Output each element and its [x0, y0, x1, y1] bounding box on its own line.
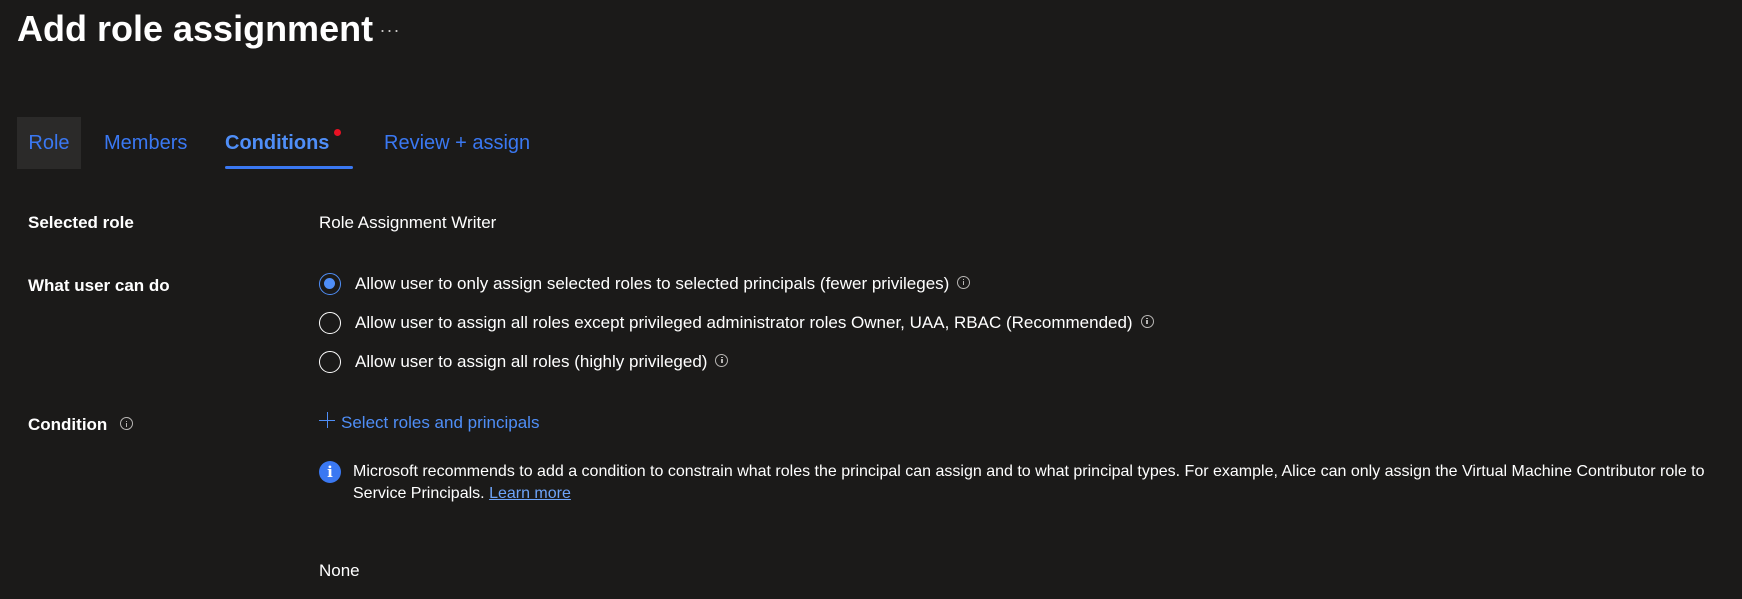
add-role-assignment-page: Add role assignment ··· Role Members Con… — [0, 0, 1742, 599]
radio-button-checked[interactable] — [319, 273, 341, 295]
radio-option-all-roles[interactable]: Allow user to assign all roles (highly p… — [319, 348, 729, 376]
tab-role[interactable]: Role — [17, 117, 81, 169]
page-title: Add role assignment — [17, 8, 374, 49]
condition-value: None — [319, 561, 360, 580]
radio-option-label: Allow user to assign all roles except pr… — [355, 313, 1133, 332]
radio-option-label: Allow user to assign all roles (highly p… — [355, 352, 708, 371]
info-icon[interactable] — [715, 353, 729, 367]
what-user-can-do-label: What user can do — [28, 276, 170, 295]
tab-conditions-label: Conditions — [225, 132, 330, 154]
tab-conditions[interactable]: Conditions — [225, 117, 354, 169]
info-icon[interactable] — [957, 275, 971, 289]
radio-option-all-except-privileged[interactable]: Allow user to assign all roles except pr… — [319, 309, 1154, 337]
info-circle-icon: i — [319, 461, 341, 483]
active-tab-indicator — [225, 166, 354, 169]
condition-label: Condition — [28, 415, 108, 434]
plus-icon — [319, 412, 335, 428]
more-options-button[interactable]: ··· — [378, 14, 402, 46]
select-roles-and-principals-label: Select roles and principals — [341, 413, 540, 432]
tab-review-assign[interactable]: Review + assign — [384, 117, 530, 169]
learn-more-link[interactable]: Learn more — [489, 485, 571, 502]
radio-option-selected-roles[interactable]: Allow user to only assign selected roles… — [319, 270, 971, 298]
selected-role-value: Role Assignment Writer — [319, 213, 497, 232]
error-dot-icon — [334, 129, 342, 136]
info-icon[interactable] — [1140, 314, 1154, 328]
info-banner-text: Microsoft recommends to add a condition … — [353, 461, 1713, 505]
radio-button[interactable] — [319, 351, 341, 373]
selected-role-label: Selected role — [28, 213, 134, 232]
condition-label-row: Condition — [28, 415, 134, 435]
tab-members[interactable]: Members — [104, 117, 187, 169]
info-icon[interactable] — [120, 417, 134, 431]
radio-button[interactable] — [319, 312, 341, 334]
select-roles-and-principals-link[interactable]: Select roles and principals — [319, 409, 539, 437]
radio-option-label: Allow user to only assign selected roles… — [355, 274, 950, 293]
